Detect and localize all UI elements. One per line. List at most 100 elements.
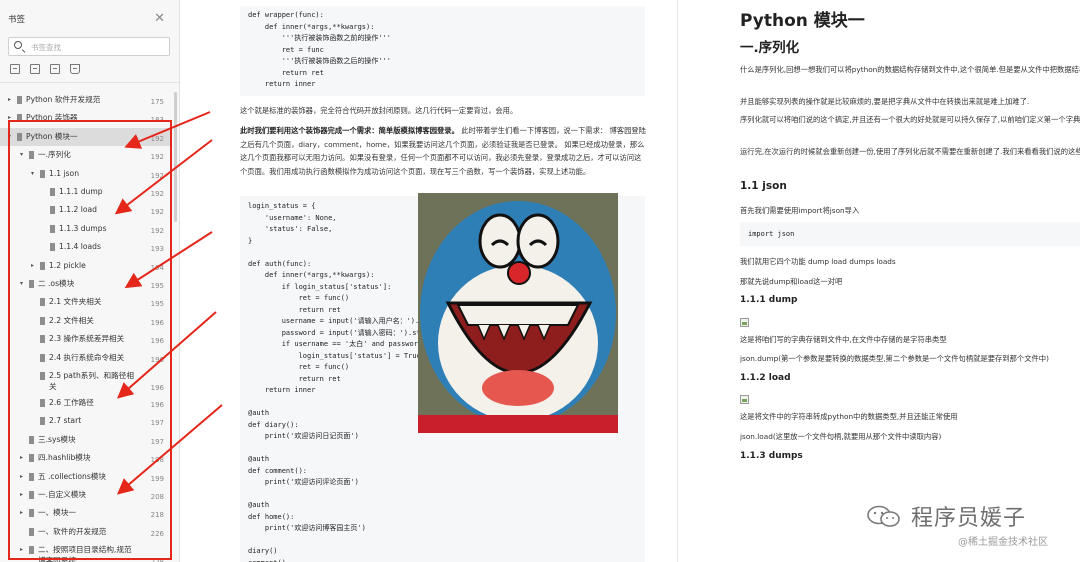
- code-line: '''执行被装饰函数之后的操作''': [248, 57, 392, 65]
- bookmark-label: 二、按照项目目录结构,规范: [38, 545, 132, 555]
- bookmark-page-icon: [29, 454, 34, 463]
- expand-toggle-icon[interactable]: ▸: [20, 490, 23, 500]
- bookmark-search-input[interactable]: 书签查找: [8, 37, 170, 56]
- bookmark-page-icon: [40, 417, 45, 426]
- bookmark-item[interactable]: ▸ 一、模块一 218: [0, 504, 170, 522]
- bookmark-label: 一.序列化: [38, 150, 71, 160]
- bookmark-item[interactable]: ▾ 1.1 json 192: [0, 165, 170, 183]
- bookmark-label-line2: 关: [49, 382, 57, 391]
- bookmark-item[interactable]: ▸ 1.2 pickle 194: [0, 257, 170, 275]
- doraemon-image: [418, 193, 618, 433]
- bookmark-page-icon: [17, 114, 22, 123]
- bookmark-page-number: 192: [150, 190, 164, 198]
- requirement-bold: 此时我们要利用这个装饰器完成一个需求：简单版模拟博客园登录。: [240, 126, 459, 135]
- bookmark-item[interactable]: 1.1.4 loads 193: [0, 238, 170, 256]
- bookmark-page-icon: [29, 527, 34, 536]
- code-line: return inner: [248, 80, 316, 88]
- expand-toggle-icon[interactable]: ▸: [20, 545, 23, 555]
- bookmark-page-number: 197: [150, 419, 164, 428]
- bookmark-item[interactable]: 1.1.3 dumps 192: [0, 220, 170, 238]
- bookmark-page-icon: [29, 472, 34, 481]
- bookmark-item[interactable]: 1.1.2 load 192: [0, 201, 170, 219]
- bookmark-page-number: 198: [150, 456, 164, 465]
- bookmark-page-icon: [40, 261, 45, 270]
- bookmark-item[interactable]: ▾ Python 模块一 192: [0, 127, 170, 147]
- divider: [0, 82, 179, 83]
- bookmark-item[interactable]: 三.sys模块 197: [0, 431, 170, 449]
- heading-dump: 1.1.1 dump: [740, 295, 798, 305]
- bookmark-page-icon: [40, 399, 45, 407]
- bookmark-page-number: 192: [150, 208, 164, 217]
- bookmark-icon[interactable]: [70, 64, 80, 74]
- bookmark-label: 一、模块一: [38, 508, 76, 518]
- bookmark-page-number: 194: [150, 263, 164, 272]
- bookmark-item[interactable]: 2.1 文件夹相关 195: [0, 293, 170, 311]
- bookmark-item[interactable]: 1.1.1 dump 192: [0, 183, 170, 201]
- bookmark-page-number: 196: [150, 318, 164, 327]
- bookmark-item[interactable]: ▾ 二 .os模块 195: [0, 275, 170, 293]
- scrollbar[interactable]: [174, 92, 177, 222]
- heading-json: 1.1 json: [740, 180, 787, 192]
- bookmark-label: 2.5 path系列、和路径相: [49, 371, 134, 380]
- expand-toggle-icon[interactable]: ▾: [8, 132, 11, 142]
- code-line: return ret: [248, 68, 324, 77]
- bookmark-label: 2.1 文件夹相关: [49, 297, 102, 307]
- bookmark-item[interactable]: ▸ Python 软件开发规范 175: [0, 91, 170, 109]
- bookmark-label-line2: 博客园系统: [38, 556, 76, 562]
- expand-all-icon[interactable]: [10, 64, 20, 74]
- expand-toggle-icon[interactable]: ▾: [31, 169, 34, 179]
- bookmark-item[interactable]: ▸ 二、按照项目目录结构,规范博客园系统 228: [0, 541, 170, 562]
- paragraph: 首先我们需要使用import将json导入: [740, 206, 860, 215]
- bookmark-page-number: 197: [150, 437, 164, 446]
- code-line: @auth: [248, 501, 270, 509]
- bookmark-item[interactable]: 一、软件的开发规范 226: [0, 523, 170, 541]
- paragraph: 那就先说dump和load这一对吧: [740, 277, 843, 286]
- paragraph: 运行完,在次运行的时候就会重新创建一份,使用了序列化后就不需要在重新创建了.我们…: [740, 147, 1080, 156]
- bookmark-item[interactable]: ▸ 一.自定义模块 208: [0, 486, 170, 504]
- collapse-all-icon[interactable]: [30, 64, 40, 74]
- code-line: '''执行被装饰函数之前的操作''': [248, 34, 392, 42]
- expand-toggle-icon[interactable]: ▸: [8, 95, 11, 105]
- bookmark-item[interactable]: 2.5 path系列、和路径相关 196: [0, 367, 170, 394]
- expand-toggle-icon[interactable]: ▸: [31, 261, 34, 271]
- expand-toggle-icon[interactable]: ▾: [20, 150, 23, 160]
- bookmark-item[interactable]: 2.2 文件相关 196: [0, 312, 170, 330]
- code-line: def wrapper(func):: [248, 11, 324, 19]
- bookmark-item[interactable]: 2.3 操作系统差异相关 196: [0, 330, 170, 348]
- add-bookmark-icon[interactable]: [50, 64, 60, 74]
- paragraph: 并且能够实现列表的操作就是比较麻烦的,要是把字典从文件中在转换出来就是难上加难了…: [740, 97, 1030, 106]
- expand-toggle-icon[interactable]: ▸: [20, 508, 23, 518]
- watermark-subtitle: @稀土掘金技术社区: [958, 537, 1048, 548]
- bookmark-page-number: 192: [150, 171, 164, 180]
- bookmark-item[interactable]: ▸ 四.hashlib模块 198: [0, 449, 170, 467]
- bookmark-item[interactable]: 2.6 工作路径 196: [0, 394, 170, 412]
- bookmark-item[interactable]: 2.4 执行系统命令相关 196: [0, 349, 170, 367]
- bookmark-page-icon: [29, 280, 34, 288]
- expand-toggle-icon[interactable]: ▸: [20, 453, 23, 463]
- bookmark-item[interactable]: 2.7 start 197: [0, 412, 170, 430]
- bookmark-page-number: 195: [150, 282, 164, 290]
- expand-toggle-icon[interactable]: ▸: [8, 113, 11, 123]
- bookmark-page-number: 196: [150, 401, 164, 409]
- paragraph: 序列化就可以将咱们说的这个搞定,并且还有一个很大的好处就是可以持久保存了,以前咱…: [740, 115, 1080, 124]
- bookmark-item[interactable]: ▸ 五 .collections模块 199: [0, 468, 170, 486]
- close-icon[interactable]: ✕: [154, 11, 165, 26]
- wechat-icon: [867, 505, 900, 527]
- code-line: @auth: [248, 455, 270, 463]
- bookmark-item[interactable]: ▾ 一.序列化 192: [0, 146, 170, 164]
- expand-toggle-icon[interactable]: ▸: [20, 472, 23, 482]
- paragraph-decorator-note: 这个就是标准的装饰器，完全符合代码开放封闭原则。这几行代码一定要背过，会用。: [240, 106, 518, 115]
- bookmark-page-number: 228: [151, 557, 164, 562]
- bookmark-page-icon: [50, 206, 55, 215]
- bookmark-label: 1.1 json: [49, 168, 80, 178]
- paragraph: 这是将咱们写的字典存储到文件中,在文件中存储的是字符串类型: [740, 335, 947, 344]
- expand-toggle-icon[interactable]: ▾: [20, 279, 23, 289]
- bookmark-page-number: 192: [150, 226, 164, 235]
- bookmark-page-icon: [17, 132, 22, 141]
- bookmark-item[interactable]: ▸ Python 装饰器 183: [0, 109, 170, 127]
- bookmark-label: 2.4 执行系统命令相关: [49, 352, 125, 362]
- bookmark-page-icon: [40, 335, 45, 344]
- bookmark-label: 一.自定义模块: [38, 490, 86, 499]
- bookmark-page-number: 226: [150, 529, 164, 538]
